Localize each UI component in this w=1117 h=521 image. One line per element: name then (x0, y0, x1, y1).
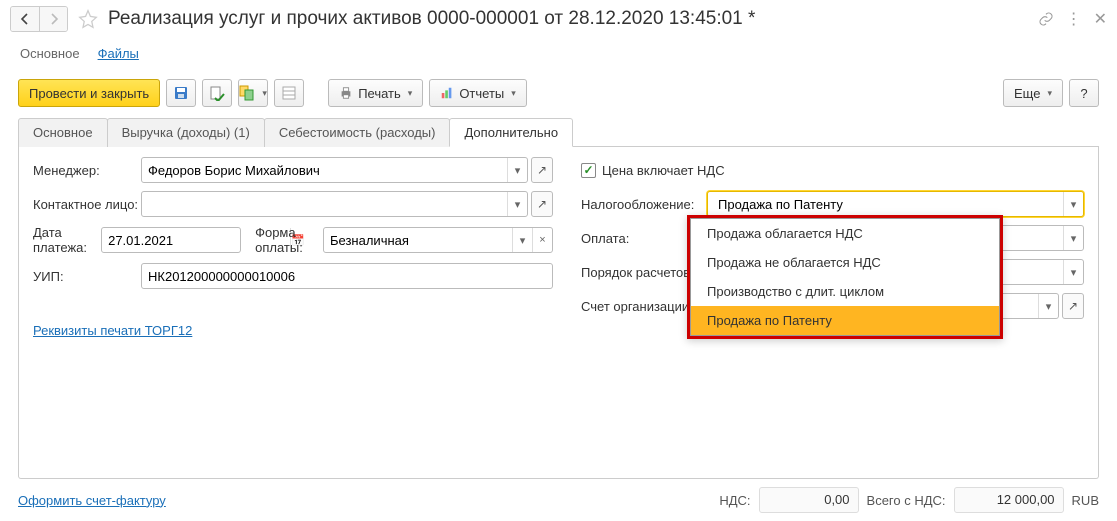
create-invoice-link[interactable]: Оформить счет-фактуру (18, 493, 166, 508)
manager-input[interactable] (142, 158, 507, 182)
payform-input[interactable] (324, 228, 512, 252)
close-icon[interactable]: ✕ (1094, 9, 1107, 29)
label-vat-included: Цена включает НДС (602, 163, 725, 178)
tab-additional[interactable]: Дополнительно (449, 118, 573, 147)
favorite-star-icon[interactable] (78, 9, 98, 29)
label-contact: Контактное лицо: (33, 197, 141, 212)
label-payform: Форма оплаты: (255, 225, 313, 255)
tax-input[interactable] (708, 192, 1063, 216)
label-paydate: Дата платежа: (33, 225, 101, 255)
help-button[interactable]: ? (1069, 79, 1099, 107)
dropdown-option[interactable]: Производство с длит. циклом (691, 277, 999, 306)
nav-forward-button[interactable] (39, 7, 67, 31)
save-button[interactable] (166, 79, 196, 107)
total-value: 12 000,00 (954, 487, 1064, 513)
dropdown-toggle[interactable]: ▾ (1063, 192, 1083, 216)
dropdown-toggle[interactable]: ▾ (1038, 294, 1058, 318)
open-ref-button[interactable]: ↗ (531, 157, 553, 183)
dropdown-toggle[interactable]: ▾ (1063, 226, 1083, 250)
kebab-menu-icon[interactable]: ⋮ (1066, 9, 1082, 29)
dropdown-option[interactable]: Продажа облагается НДС (691, 219, 999, 248)
post-button[interactable] (202, 79, 232, 107)
dropdown-option-selected[interactable]: Продажа по Патенту (691, 306, 999, 335)
print-button[interactable]: Печать ▾ (328, 79, 423, 107)
nav-back-button[interactable] (11, 7, 39, 31)
dropdown-option[interactable]: Продажа не облагается НДС (691, 248, 999, 277)
label-manager: Менеджер: (33, 163, 141, 178)
create-based-on-button[interactable]: ▾ (238, 79, 268, 107)
open-ref-button[interactable]: ↗ (1062, 293, 1084, 319)
chevron-down-icon: ▾ (1047, 88, 1052, 99)
post-and-close-button[interactable]: Провести и закрыть (18, 79, 160, 107)
chevron-down-icon: ▾ (408, 88, 413, 99)
topnav-files[interactable]: Файлы (98, 42, 139, 65)
label-tax: Налогообложение: (581, 197, 707, 212)
dropdown-toggle[interactable]: ▾ (512, 228, 532, 252)
tab-main[interactable]: Основное (18, 118, 108, 147)
dt-kt-button[interactable] (274, 79, 304, 107)
clear-button[interactable]: × (532, 228, 552, 252)
tab-revenue[interactable]: Выручка (доходы) (1) (107, 118, 265, 147)
more-button[interactable]: Еще▾ (1003, 79, 1063, 107)
label-uip: УИП: (33, 269, 141, 284)
chevron-down-icon: ▾ (511, 88, 516, 99)
dropdown-toggle[interactable]: ▾ (1063, 260, 1083, 284)
currency-label: RUB (1072, 493, 1099, 508)
chevron-down-icon: ▾ (262, 88, 267, 99)
vat-value: 0,00 (759, 487, 859, 513)
link-icon[interactable] (1038, 11, 1054, 27)
tab-cost[interactable]: Себестоимость (расходы) (264, 118, 451, 147)
torg12-link[interactable]: Реквизиты печати ТОРГ12 (33, 323, 192, 338)
dropdown-toggle[interactable]: ▾ (507, 192, 527, 216)
nav-buttons (10, 6, 68, 32)
tax-dropdown: Продажа облагается НДС Продажа не облага… (687, 215, 1003, 339)
dropdown-toggle[interactable]: ▾ (507, 158, 527, 182)
open-ref-button[interactable]: ↗ (531, 191, 553, 217)
label-vat: НДС: (719, 493, 750, 508)
uip-input[interactable] (142, 264, 552, 288)
vat-included-checkbox[interactable]: ✓ (581, 163, 596, 178)
reports-button[interactable]: Отчеты ▾ (429, 79, 526, 107)
contact-input[interactable] (142, 192, 507, 216)
topnav-main[interactable]: Основное (20, 42, 80, 65)
form-panel: Менеджер: ▾ ↗ Контактное лицо: ▾ ↗ Дата … (18, 147, 1099, 479)
label-total: Всего с НДС: (867, 493, 946, 508)
window-title: Реализация услуг и прочих активов 0000-0… (108, 8, 1032, 30)
